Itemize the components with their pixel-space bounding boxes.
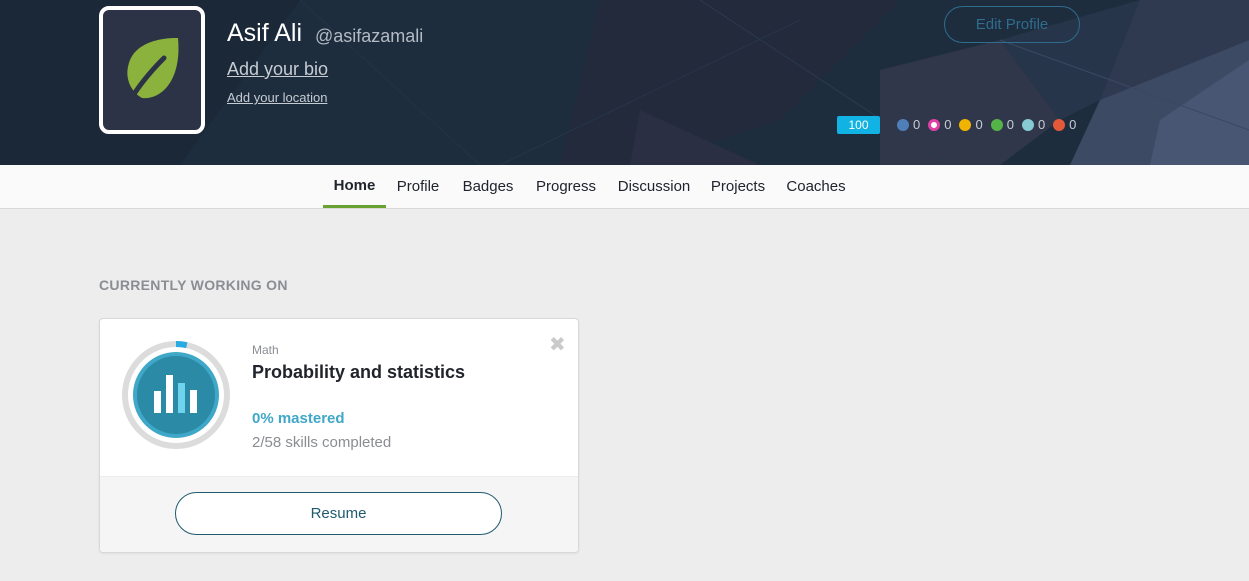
badge-count-item[interactable]: 0 [928, 117, 951, 132]
tab-projects[interactable]: Projects [704, 165, 772, 208]
profile-header: Asif Ali @asifazamali Add your bio Add y… [0, 0, 1249, 165]
tab-profile[interactable]: Profile [390, 165, 446, 208]
resume-button[interactable]: Resume [175, 492, 502, 535]
badge-count: 0 [1069, 117, 1077, 132]
mastery-percent: 0% mastered [252, 410, 345, 427]
profile-nav: Home Profile Badges Progress Discussion … [0, 165, 1249, 209]
badge-count: 0 [975, 117, 983, 132]
tab-discussion[interactable]: Discussion [612, 165, 696, 208]
tab-badges[interactable]: Badges [455, 165, 521, 208]
orange-badge-icon [1053, 118, 1066, 131]
green-badge-icon [990, 118, 1003, 131]
course-progress-ring [122, 341, 230, 449]
add-location-link[interactable]: Add your location [227, 90, 327, 105]
gold-badge-icon [959, 118, 972, 131]
leaf-avatar-icon [125, 37, 179, 106]
badge-count-item[interactable]: 0 [990, 117, 1014, 132]
energy-points-badge: 100 [837, 116, 880, 134]
badge-count: 0 [913, 117, 921, 132]
badge-count: 0 [944, 117, 952, 132]
badge-count-item[interactable]: 0 [1053, 117, 1076, 132]
course-title[interactable]: Probability and statistics [252, 362, 465, 383]
badge-count-item[interactable]: 0 [897, 117, 920, 132]
edit-profile-button[interactable]: Edit Profile [944, 6, 1080, 43]
badge-counts: 0 0 0 0 0 0 [897, 117, 1084, 132]
badge-count: 0 [1006, 117, 1014, 132]
tab-home[interactable]: Home [323, 165, 386, 208]
section-title: CURRENTLY WORKING ON [99, 277, 288, 293]
close-icon[interactable]: ✖ [549, 335, 566, 355]
user-name: Asif Ali [227, 19, 303, 47]
pink-ring-badge-icon [928, 118, 941, 131]
badge-count-item[interactable]: 0 [959, 117, 983, 132]
avatar[interactable] [99, 6, 205, 134]
course-card: ✖ Math Probability and statistics 0% mas… [99, 318, 579, 553]
username: @asifazamali [315, 26, 424, 46]
tab-progress[interactable]: Progress [530, 165, 602, 208]
add-bio-link[interactable]: Add your bio [227, 59, 328, 80]
teal-badge-icon [1021, 118, 1034, 131]
tab-coaches[interactable]: Coaches [780, 165, 852, 208]
badge-count: 0 [1037, 117, 1046, 132]
skills-completed: 2/58 skills completed [252, 434, 392, 451]
badge-count-item[interactable]: 0 [1021, 117, 1046, 132]
blue-shield-badge-icon [897, 118, 909, 131]
course-subject: Math [252, 343, 279, 357]
